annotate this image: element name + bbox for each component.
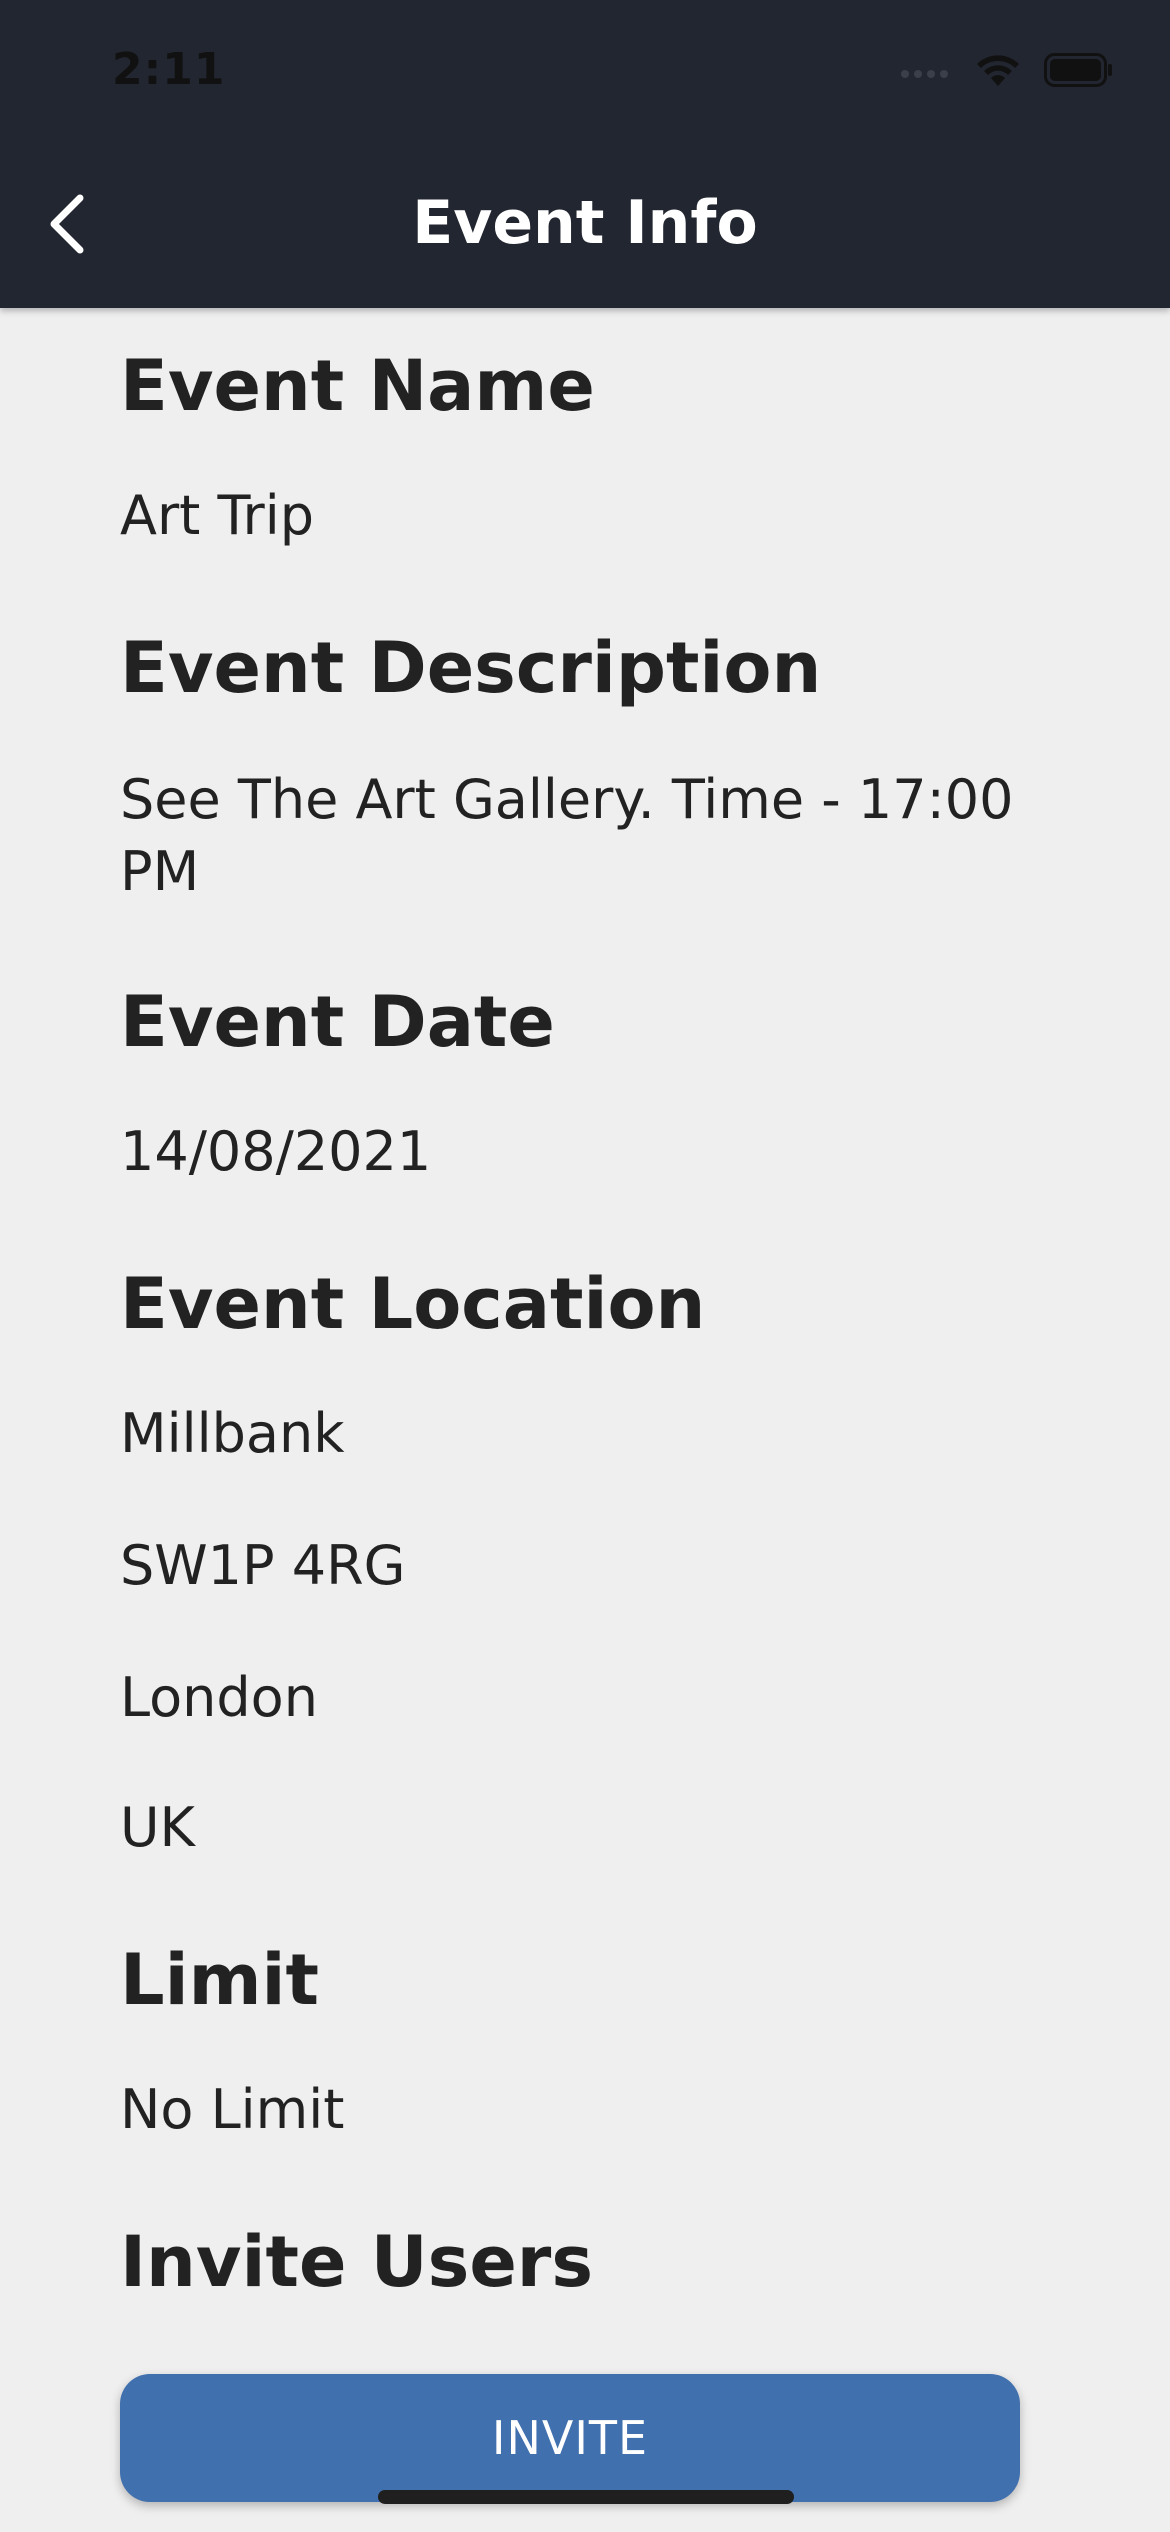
event-date-value: 14/08/2021: [120, 1120, 432, 1183]
limit-heading: Limit: [120, 1939, 319, 2021]
location-line: London: [120, 1666, 318, 1729]
event-name-heading: Event Name: [120, 345, 595, 427]
header-bar: 2:11 Event Info: [0, 0, 1170, 308]
page-title: Event Info: [412, 188, 758, 258]
event-date-heading: Event Date: [120, 981, 555, 1063]
event-location-heading: Event Location: [120, 1263, 706, 1345]
status-time: 2:11: [112, 44, 226, 95]
event-info-screen: 2:11 Event Info Event Name Art Trip Even…: [0, 0, 1170, 2532]
event-name-value: Art Trip: [120, 484, 315, 547]
home-indicator[interactable]: [378, 2490, 794, 2504]
location-line: SW1P 4RG: [120, 1534, 406, 1597]
invite-button[interactable]: INVITE: [120, 2374, 1020, 2502]
location-line: Millbank: [120, 1402, 345, 1465]
status-icons: [900, 52, 1114, 92]
invite-users-heading: Invite Users: [120, 2221, 593, 2303]
location-line: UK: [120, 1796, 195, 1859]
limit-value: No Limit: [120, 2078, 345, 2141]
event-description-heading: Event Description: [120, 627, 822, 709]
battery-icon: [1044, 53, 1114, 91]
event-description-value: See The Art Gallery. Time - 17:00 PM: [120, 768, 1014, 903]
wifi-icon: [974, 52, 1022, 92]
signal-icon: [900, 60, 952, 84]
